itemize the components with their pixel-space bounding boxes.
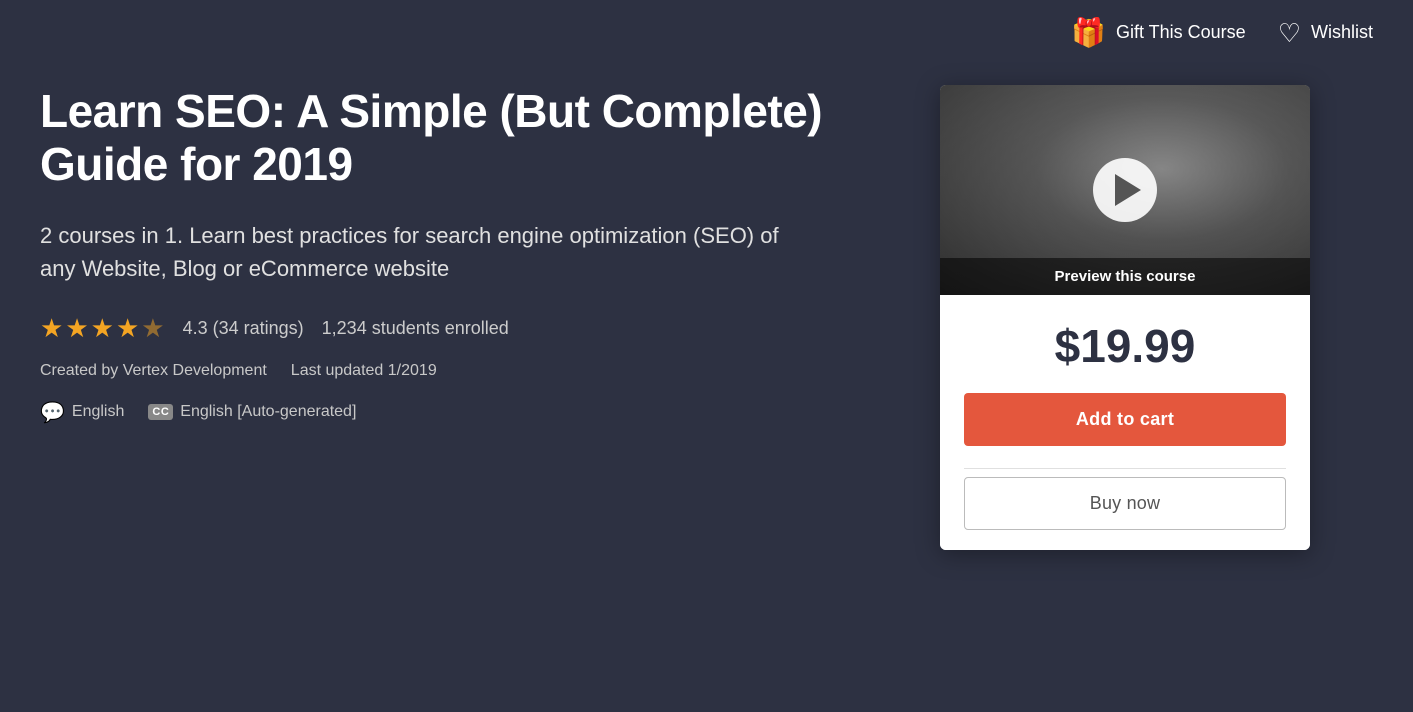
play-icon	[1115, 174, 1141, 206]
speech-bubble-icon: 💬	[40, 400, 65, 425]
star-5-half: ★	[141, 313, 164, 344]
top-bar: 🎁 Gift This Course ♡ Wishlist	[0, 0, 1413, 65]
gift-course-label: Gift This Course	[1116, 22, 1246, 43]
course-card: Preview this course $19.99 Add to cart B…	[940, 85, 1310, 550]
buy-now-button[interactable]: Buy now	[964, 477, 1286, 530]
preview-label: Preview this course	[940, 258, 1310, 295]
course-subtitle: 2 courses in 1. Learn best practices for…	[40, 219, 820, 285]
last-updated: Last updated 1/2019	[291, 362, 437, 380]
course-title: Learn SEO: A Simple (But Complete) Guide…	[40, 85, 900, 191]
created-by: Created by Vertex Development	[40, 362, 267, 380]
divider	[964, 468, 1286, 469]
subtitle-lang-item: CC English [Auto-generated]	[148, 403, 356, 421]
subtitle-lang-text: English [Auto-generated]	[180, 403, 356, 421]
heart-icon: ♡	[1278, 20, 1301, 46]
preview-image[interactable]: Preview this course	[940, 85, 1310, 295]
wishlist-button[interactable]: ♡ Wishlist	[1278, 20, 1373, 46]
wishlist-label: Wishlist	[1311, 22, 1373, 43]
main-content: Learn SEO: A Simple (But Complete) Guide…	[0, 65, 1413, 580]
card-body: $19.99 Add to cart Buy now	[940, 295, 1310, 550]
gift-icon: 🎁	[1071, 16, 1106, 49]
rating-row: ★ ★ ★ ★ ★ 4.3 (34 ratings) 1,234 student…	[40, 313, 900, 344]
meta-row: Created by Vertex Development Last updat…	[40, 362, 900, 380]
star-rating: ★ ★ ★ ★ ★	[40, 313, 165, 344]
rating-value: 4.3 (34 ratings)	[183, 318, 304, 339]
gift-course-button[interactable]: 🎁 Gift This Course	[1071, 16, 1246, 49]
star-2: ★	[65, 313, 88, 344]
star-4: ★	[116, 313, 139, 344]
left-panel: Learn SEO: A Simple (But Complete) Guide…	[40, 85, 900, 425]
price: $19.99	[964, 319, 1286, 373]
play-button[interactable]	[1093, 158, 1157, 222]
star-3: ★	[91, 313, 114, 344]
students-enrolled: 1,234 students enrolled	[322, 318, 509, 339]
language-text: English	[72, 403, 124, 421]
language-item: 💬 English	[40, 400, 124, 425]
star-1: ★	[40, 313, 63, 344]
add-to-cart-button[interactable]: Add to cart	[964, 393, 1286, 446]
language-row: 💬 English CC English [Auto-generated]	[40, 400, 900, 425]
cc-badge: CC	[148, 404, 173, 420]
